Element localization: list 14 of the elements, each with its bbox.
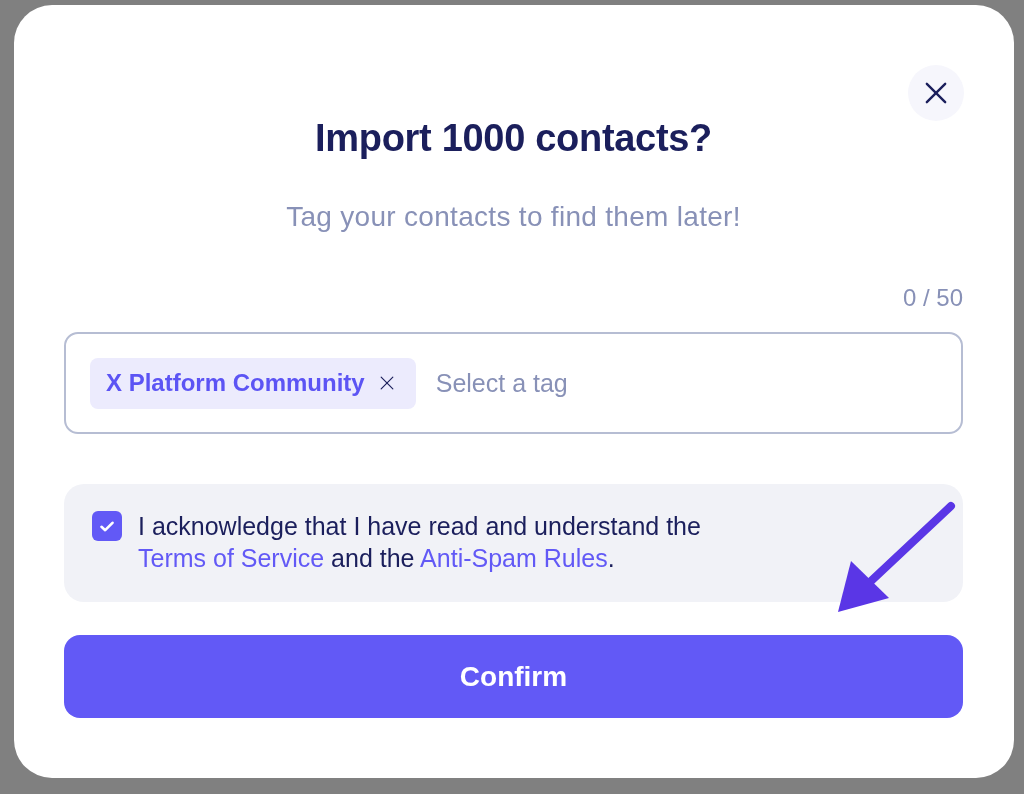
tag-counter: 0 / 50 — [902, 284, 963, 312]
dialog-title: Import 1000 contacts? — [313, 116, 713, 160]
tag-label: X Platform Community — [106, 369, 365, 397]
close-icon — [925, 82, 947, 104]
check-icon — [100, 520, 114, 532]
tag-input[interactable]: Select a tag — [435, 367, 937, 399]
consent-link[interactable]: Terms of Service — [138, 544, 325, 572]
confirm-button[interactable]: Confirm — [64, 635, 963, 718]
checkbox[interactable] — [92, 511, 122, 541]
dialog-subtitle: Tag your contacts to find them later! — [285, 201, 742, 233]
consent-link[interactable]: Anti-Spam Rules — [420, 544, 608, 572]
tag-field[interactable]: X Platform Community Select a tag — [64, 332, 963, 434]
close-icon[interactable] — [379, 376, 394, 390]
consent-text: I acknowledge that I have read and understand the Terms of Service and the Anti-Spam Rules. — [138, 511, 702, 574]
